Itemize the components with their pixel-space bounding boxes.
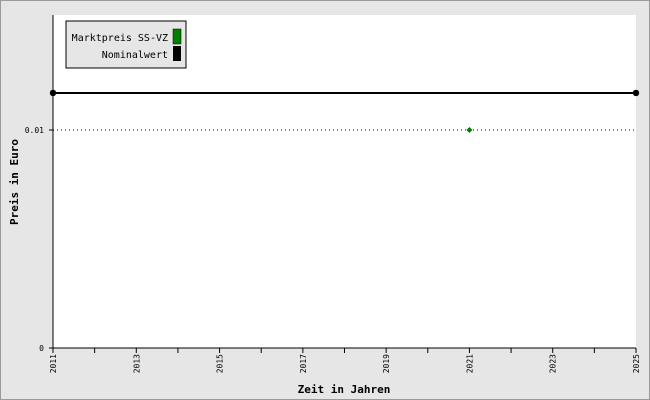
legend-swatch-marktpreis	[172, 28, 182, 45]
legend-label-nominalwert: Nominalwert	[102, 50, 168, 61]
x-axis-title: Zeit in Jahren	[298, 383, 391, 396]
chart-container: 2011 2013 2015 2017 2019 2021 2023 2025 0 0.01 Z…	[0, 0, 650, 400]
x-ticks: 2011 2013 2015 2017 2019 2021 2023 2025	[49, 348, 641, 373]
y-tick-label-1: 0.01	[25, 126, 44, 135]
legend: Marktpreis SS-VZ Nominalwert	[65, 20, 187, 69]
x-tick-label-6: 2023	[549, 354, 558, 373]
y-ticks: 00.01	[25, 126, 53, 353]
y-tick-label-0: 0	[39, 344, 44, 353]
nominalwert-point-1	[632, 89, 640, 97]
legend-swatch-nominalwert	[173, 46, 181, 61]
x-tick-label-2: 2015	[216, 354, 225, 373]
line-chart: 2011 2013 2015 2017 2019 2021 2023 2025 00.01 Z…	[8, 15, 641, 396]
x-tick-label-5: 2021	[465, 354, 474, 373]
nominalwert-point-0	[49, 89, 57, 97]
x-tick-label-3: 2017	[299, 354, 308, 373]
x-tick-label-4: 2019	[382, 354, 391, 373]
x-tick-label-0: 2011	[49, 354, 58, 373]
x-tick-label-7: 2025	[632, 354, 641, 373]
y-axis-title: Preis in Euro	[8, 139, 21, 225]
legend-label-marktpreis: Marktpreis SS-VZ	[72, 33, 168, 44]
x-tick-label-1: 2013	[132, 354, 141, 373]
